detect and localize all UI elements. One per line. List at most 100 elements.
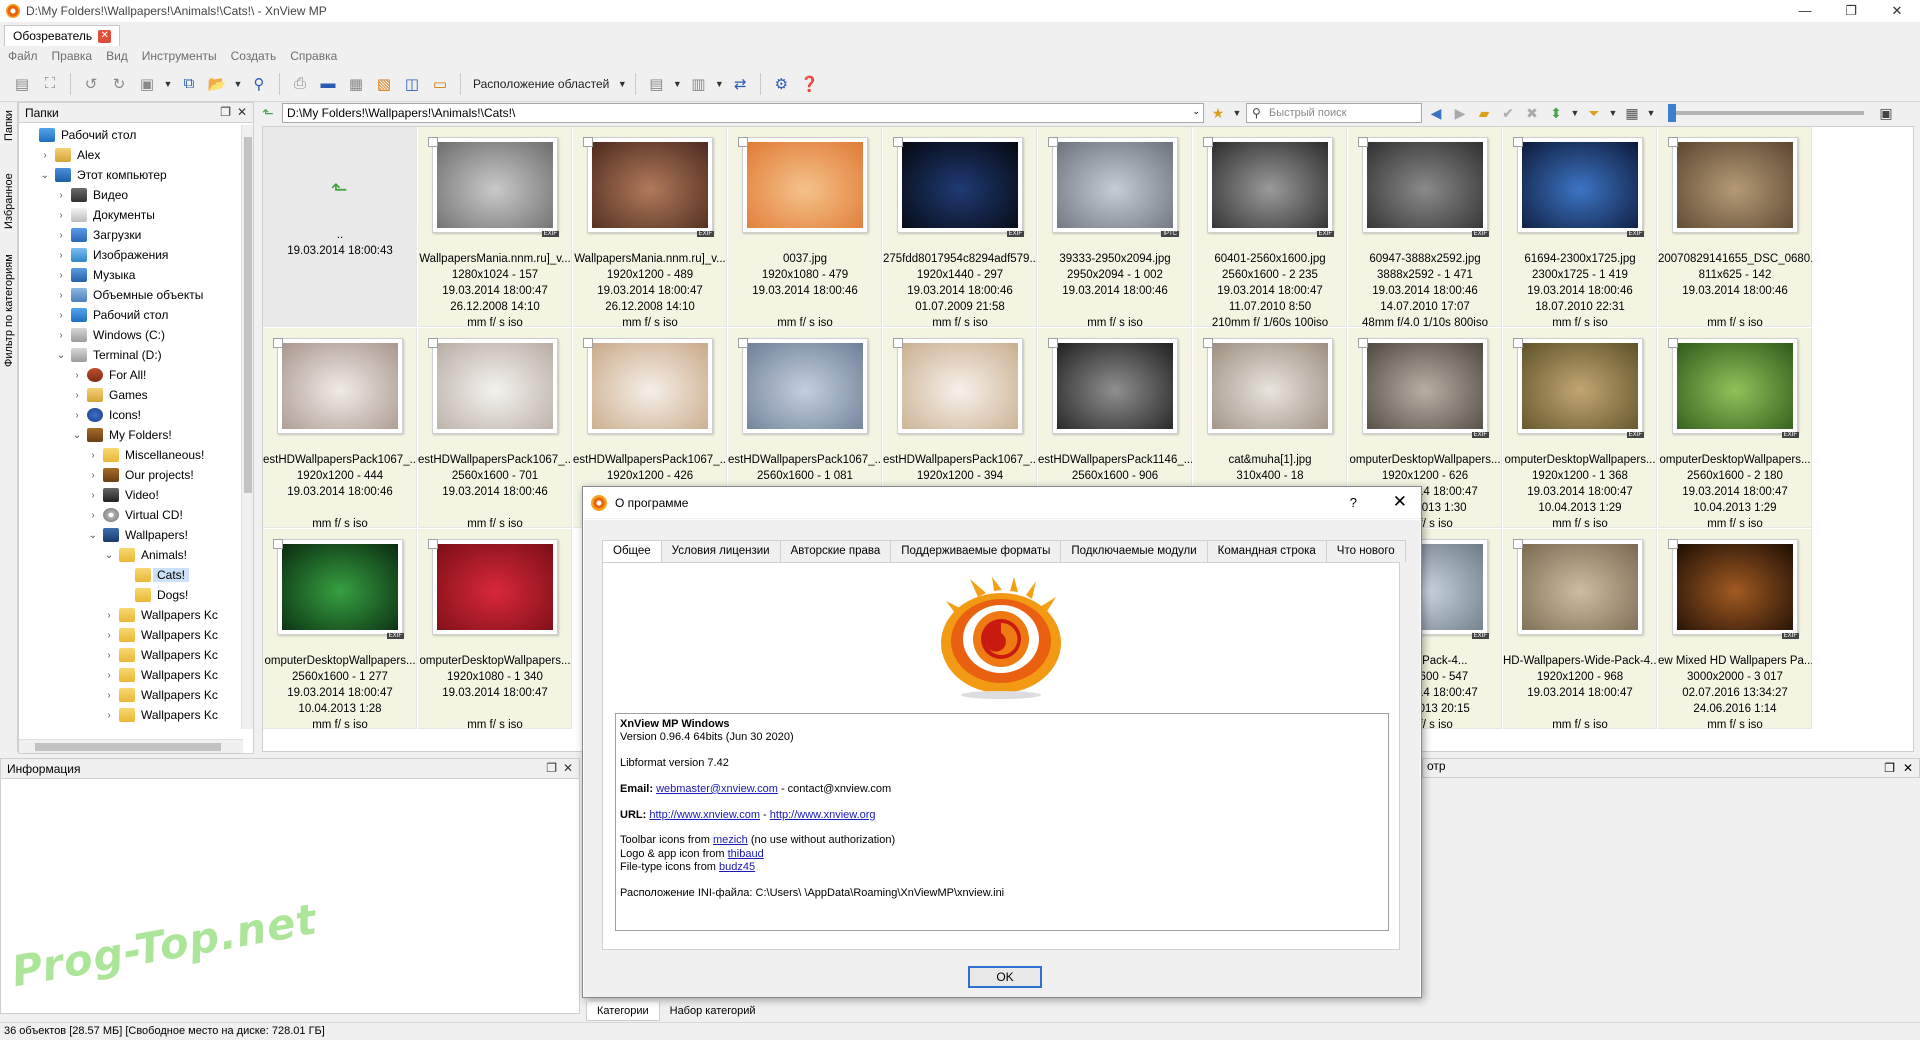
expand-chevron-icon[interactable]: › (87, 510, 99, 521)
side-tab-favorites[interactable]: Избранное (1, 166, 17, 236)
favorite-star-icon[interactable]: ★ (1208, 105, 1228, 122)
folder-tree-item[interactable]: › Документы (19, 205, 243, 225)
properties-icon[interactable]: ▤ (10, 72, 34, 96)
folder-tree-item[interactable]: ⌄ Этот компьютер (19, 165, 243, 185)
panel-icon[interactable]: ▥ (686, 72, 710, 96)
menu-edit[interactable]: Правка (52, 49, 93, 63)
back-arrow-icon[interactable]: ◀ (1426, 105, 1446, 122)
folder-tree-item[interactable]: ⌄ My Folders! (19, 425, 243, 445)
thumbnail-checkbox[interactable] (1513, 137, 1523, 147)
email-link[interactable]: webmaster@xnview.com (656, 783, 778, 795)
folder-tree-item[interactable]: ⌄ Terminal (D:) (19, 345, 243, 365)
url-link-com[interactable]: http://www.xnview.com (649, 809, 760, 821)
thumbnail-item[interactable]: EXIF omputerDesktopWallpapers... 2560x1600… (263, 529, 417, 731)
folder-tree-item[interactable]: › Рабочий стол (19, 305, 243, 325)
folder-tree-item[interactable]: › Video! (19, 485, 243, 505)
thumbnail-checkbox[interactable] (1358, 338, 1368, 348)
layout-dropdown[interactable]: Расположение областей (469, 77, 613, 91)
thumbnail-checkbox[interactable] (1048, 338, 1058, 348)
expand-chevron-icon[interactable]: › (55, 210, 67, 221)
thumbnail-item[interactable]: EXIF WallpapersMania.nnm.ru]_v... 1280x102… (418, 127, 572, 329)
folder-tree-item[interactable]: › Wallpapers Kc (19, 665, 243, 685)
folder-tree-item[interactable]: › Музыка (19, 265, 243, 285)
thumbnail-checkbox[interactable] (738, 137, 748, 147)
thibaud-link[interactable]: thibaud (728, 848, 764, 860)
thumbnail-size-slider[interactable] (1668, 104, 1864, 122)
tab-plugins[interactable]: Подключаемые модули (1060, 540, 1208, 562)
panel-close-icon[interactable]: ✕ (1903, 761, 1913, 775)
expand-chevron-icon[interactable]: › (103, 690, 115, 701)
folder-tree-vscrollbar[interactable] (241, 125, 253, 729)
layout-dropdown-icon[interactable]: ▼ (617, 72, 627, 96)
expand-chevron-icon[interactable]: › (55, 190, 67, 201)
thumbnail-item[interactable]: EXIF 60947-3888x2592.jpg 3888x2592 - 1 471… (1348, 127, 1502, 329)
thumbnail-item[interactable]: omputerDesktopWallpapers... 1920x1080 - 1… (418, 529, 572, 731)
scan-icon[interactable]: ▬ (316, 72, 340, 96)
sort-icon[interactable]: ⬍ (1546, 105, 1566, 122)
panel-toggle-icon[interactable]: ▣ (1876, 105, 1896, 122)
expand-chevron-icon[interactable]: › (39, 150, 51, 161)
collapse-chevron-icon[interactable]: ⌄ (87, 530, 99, 541)
expand-chevron-icon[interactable]: › (71, 410, 83, 421)
expand-chevron-icon[interactable]: › (87, 470, 99, 481)
thumbnail-checkbox[interactable] (428, 539, 438, 549)
thumbnail-item[interactable]: EXIF 275fdd8017954c8294adf579... 1920x1440… (883, 127, 1037, 329)
thumbnail-item[interactable]: EXIF omputerDesktopWallpapers... 2560x1600… (1658, 328, 1812, 530)
thumbnail-checkbox[interactable] (583, 137, 593, 147)
parent-folder-item[interactable]: ⬑.. 19.03.2014 18:00:43 (263, 127, 417, 327)
panel-dropdown-icon[interactable]: ▼ (714, 72, 724, 96)
thumbnail-checkbox[interactable] (428, 137, 438, 147)
menu-help[interactable]: Справка (290, 49, 337, 63)
expand-chevron-icon[interactable]: › (55, 330, 67, 341)
tab-formats[interactable]: Поддерживаемые форматы (890, 540, 1062, 562)
folder-tree-item[interactable]: › Wallpapers Kc (19, 645, 243, 665)
expand-chevron-icon[interactable]: › (55, 230, 67, 241)
folder-tree-item[interactable]: › Объемные объекты (19, 285, 243, 305)
thumbnail-checkbox[interactable] (1668, 338, 1678, 348)
thumbnail-item[interactable]: estHDWallpapersPack1067_... 2560x1600 - 7… (418, 328, 572, 530)
url-link-org[interactable]: http://www.xnview.org (770, 809, 876, 821)
panel-close-icon[interactable]: ✕ (237, 105, 247, 119)
rotate-left-icon[interactable]: ↺ (79, 72, 103, 96)
help-icon[interactable]: ❓ (797, 72, 821, 96)
tab-categories[interactable]: Категории (586, 1001, 660, 1021)
folder-tree-item[interactable]: ⌄ Wallpapers! (19, 525, 243, 545)
view-mode-icon[interactable]: ▤ (644, 72, 668, 96)
tab-close-icon[interactable]: ✕ (98, 29, 112, 43)
thumbnail-view-icon[interactable]: ▦ (1622, 105, 1642, 122)
thumbnail-checkbox[interactable] (1668, 539, 1678, 549)
collapse-chevron-icon[interactable]: ⌄ (71, 430, 83, 441)
mezich-link[interactable]: mezich (713, 834, 748, 846)
compare-icon[interactable]: ⇄ (728, 72, 752, 96)
thumbnail-checkbox[interactable] (583, 338, 593, 348)
folder-tree-item[interactable]: Dogs! (19, 585, 243, 605)
folder-tree-hscrollbar[interactable] (19, 739, 243, 753)
menu-view[interactable]: Вид (106, 49, 128, 63)
thumbnail-checkbox[interactable] (1048, 137, 1058, 147)
collapse-chevron-icon[interactable]: ⌄ (103, 550, 115, 561)
quick-search-input[interactable]: ⚲ Быстрый поиск (1246, 103, 1422, 123)
folder-tree-item[interactable]: › Virtual CD! (19, 505, 243, 525)
menu-file[interactable]: Файл (8, 49, 38, 63)
expand-chevron-icon[interactable]: › (55, 310, 67, 321)
expand-chevron-icon[interactable]: › (55, 270, 67, 281)
thumbnail-checkbox[interactable] (273, 338, 283, 348)
expand-chevron-icon[interactable]: › (55, 250, 67, 261)
thumbnail-item[interactable]: EXIF 61694-2300x1725.jpg 2300x1725 - 1 419… (1503, 127, 1657, 329)
thumbnail-checkbox[interactable] (1203, 137, 1213, 147)
dialog-close-icon[interactable]: ✕ (1393, 492, 1407, 512)
thumbnail-checkbox[interactable] (1668, 137, 1678, 147)
folder-tree-item[interactable]: › Windows (C:) (19, 325, 243, 345)
view-dropdown-icon[interactable]: ▼ (1646, 108, 1656, 118)
expand-chevron-icon[interactable]: › (55, 290, 67, 301)
close-button[interactable]: ✕ (1874, 0, 1920, 22)
go-up-icon[interactable]: ⬑ (258, 105, 278, 122)
print-icon[interactable]: ⎙ (288, 72, 312, 96)
slideshow-icon[interactable]: ▦ (344, 72, 368, 96)
tab-category-sets[interactable]: Набор категорий (660, 1002, 766, 1020)
thumbnail-checkbox[interactable] (893, 137, 903, 147)
move-dropdown-icon[interactable]: ▼ (233, 72, 243, 96)
folder-tree-item[interactable]: Рабочий стол (19, 125, 243, 145)
expand-chevron-icon[interactable]: › (103, 670, 115, 681)
move-folder-icon[interactable]: 📂 (205, 72, 229, 96)
